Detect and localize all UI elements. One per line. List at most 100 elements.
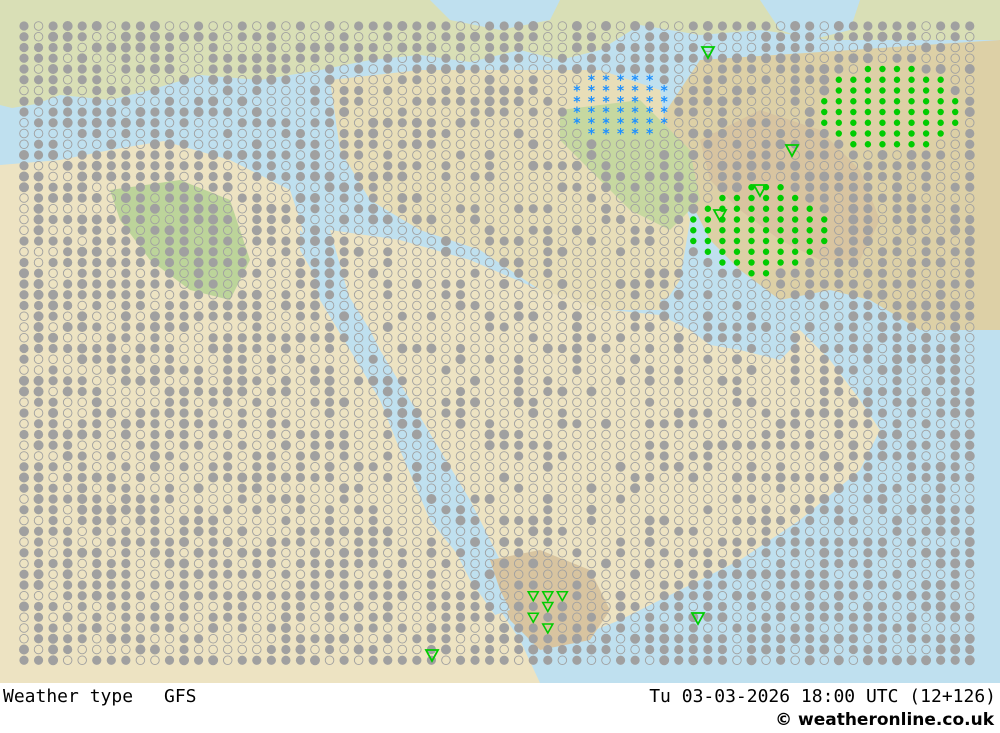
overcast-symbol (674, 601, 684, 612)
overcast-symbol (717, 32, 728, 42)
overcast-symbol (965, 247, 975, 257)
partly-cloudy-symbol (106, 106, 117, 118)
rain-symbol (850, 87, 857, 94)
overcast-symbol (33, 526, 44, 536)
overcast-symbol (295, 429, 306, 440)
overcast-symbol (834, 548, 844, 558)
rain-symbol (952, 108, 959, 116)
overcast-symbol (354, 204, 364, 214)
overcast-symbol (848, 580, 858, 590)
credit-link[interactable]: © weatheronline.co.uk (775, 710, 994, 730)
rain-symbol (879, 141, 886, 148)
overcast-symbol (746, 537, 757, 547)
partly-cloudy-symbol (950, 354, 961, 365)
partly-cloudy-symbol (135, 31, 146, 42)
overcast-symbol (805, 515, 815, 526)
overcast-symbol (106, 150, 116, 160)
overcast-symbol (208, 257, 218, 268)
overcast-symbol (208, 161, 218, 171)
overcast-symbol (266, 354, 276, 364)
overcast-symbol (645, 440, 655, 450)
partly-cloudy-symbol (761, 515, 771, 526)
partly-cloudy-symbol (964, 225, 975, 236)
overcast-symbol (674, 580, 684, 590)
overcast-symbol (892, 419, 902, 429)
overcast-symbol (455, 386, 466, 397)
overcast-symbol (965, 128, 975, 139)
overcast-symbol (135, 634, 145, 644)
overcast-symbol (354, 548, 364, 558)
overcast-symbol (237, 343, 247, 354)
overcast-symbol (33, 483, 44, 493)
partly-cloudy-symbol (135, 515, 146, 526)
overcast-symbol (150, 612, 160, 622)
partly-cloudy-symbol (819, 171, 830, 182)
overcast-symbol (819, 139, 829, 149)
overcast-symbol (135, 537, 145, 547)
overcast-symbol (950, 376, 960, 386)
partly-cloudy-symbol (120, 42, 131, 53)
overcast-symbol (645, 526, 655, 536)
partly-cloudy-symbol (77, 53, 88, 64)
overcast-symbol (92, 236, 102, 246)
overcast-symbol (412, 64, 422, 74)
overcast-symbol (266, 365, 276, 375)
overcast-symbol (514, 515, 524, 526)
overcast-symbol (179, 300, 189, 311)
partly-cloudy-symbol (280, 300, 291, 311)
overcast-symbol (746, 150, 757, 160)
rain-symbol (704, 227, 712, 234)
partly-cloudy-symbol (499, 558, 510, 569)
overcast-symbol (48, 311, 58, 321)
overcast-symbol (121, 601, 131, 612)
overcast-symbol (237, 494, 247, 504)
overcast-symbol (485, 644, 495, 655)
partly-cloudy-symbol (62, 569, 73, 580)
overcast-symbol (892, 161, 902, 171)
overcast-symbol (441, 171, 451, 182)
overcast-symbol (179, 193, 189, 203)
overcast-symbol (615, 612, 626, 622)
partly-cloudy-symbol (499, 257, 510, 268)
overcast-symbol (63, 247, 73, 257)
overcast-symbol (208, 462, 218, 472)
overcast-symbol (310, 558, 320, 569)
overcast-symbol (834, 182, 844, 192)
overcast-symbol (441, 85, 451, 96)
partly-cloudy-symbol (702, 20, 713, 32)
overcast-symbol (877, 408, 888, 418)
overcast-symbol (383, 591, 393, 601)
overcast-symbol (936, 655, 946, 665)
partly-cloudy-symbol (19, 526, 29, 537)
overcast-symbol (572, 182, 582, 192)
partly-cloudy-symbol (804, 171, 815, 182)
overcast-symbol (121, 236, 131, 246)
partly-cloudy-symbol (848, 53, 859, 64)
overcast-symbol (48, 182, 58, 192)
partly-cloudy-symbol (513, 257, 524, 268)
partly-cloudy-symbol (455, 117, 466, 128)
partly-cloudy-symbol (761, 53, 771, 64)
overcast-symbol (965, 386, 975, 397)
partly-cloudy-symbol (164, 225, 175, 236)
overcast-symbol (805, 440, 815, 450)
partly-cloudy-symbol (732, 182, 742, 193)
overcast-symbol (33, 75, 44, 85)
partly-cloudy-symbol (833, 483, 844, 494)
overcast-symbol (965, 96, 975, 106)
partly-cloudy-symbol (892, 31, 902, 42)
overcast-symbol (63, 343, 73, 354)
overcast-symbol (514, 376, 524, 386)
overcast-symbol (790, 623, 800, 633)
partly-cloudy-symbol (571, 633, 582, 644)
rain-symbol (762, 237, 770, 245)
partly-cloudy-symbol (339, 633, 350, 644)
partly-cloudy-symbol (251, 53, 262, 64)
overcast-symbol (586, 623, 597, 633)
overcast-symbol (514, 483, 524, 493)
overcast-symbol (572, 365, 582, 375)
partly-cloudy-symbol (804, 289, 815, 300)
overcast-symbol (805, 182, 815, 192)
overcast-symbol (528, 634, 538, 644)
overcast-symbol (557, 451, 567, 461)
